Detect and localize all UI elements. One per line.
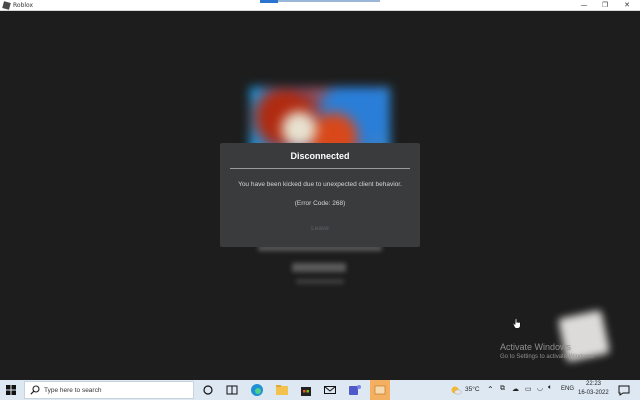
blurred-text (292, 263, 346, 272)
teams-icon[interactable] (348, 383, 362, 397)
battery-icon[interactable]: ▭ (525, 385, 532, 393)
network-icon[interactable]: ⧉ (500, 385, 505, 393)
close-button[interactable]: ✕ (616, 0, 638, 11)
leave-button[interactable]: Leave (295, 223, 345, 235)
error-code: (Error Code: 268) (294, 200, 346, 207)
windows-start-icon[interactable] (6, 385, 16, 395)
taskbar-search-box[interactable]: Type here to search (24, 381, 194, 399)
chevron-up-icon[interactable]: ⌃ (487, 385, 494, 394)
roblox-logo-icon (2, 1, 11, 10)
roblox-icon[interactable] (373, 383, 387, 397)
onedrive-icon[interactable]: ☁ (512, 385, 519, 393)
topbar-strip-highlight (260, 0, 278, 3)
dialog-divider (230, 168, 410, 169)
taskbar: Type here to search 35°C ⌃ ⧉ ☁ ▭ ◡ 🔈︎ EN… (0, 380, 640, 400)
dialog-message: You have been kicked due to unexpected c… (238, 181, 402, 188)
minimize-button[interactable]: — (573, 0, 595, 11)
task-view-icon[interactable] (201, 383, 215, 397)
store-icon[interactable] (299, 383, 313, 397)
topbar-strip (260, 0, 380, 2)
mail-icon[interactable] (323, 383, 337, 397)
clock-date[interactable]: 16-03-2022 (578, 390, 609, 396)
notification-icon[interactable] (617, 383, 631, 397)
dialog-title: Disconnected (290, 151, 350, 161)
clock-time[interactable]: 22:23 (586, 381, 601, 387)
search-icon (30, 385, 40, 395)
volume-icon[interactable]: 🔈︎ (548, 384, 552, 392)
activate-windows-subtitle: Go to Settings to activate Windows. (500, 354, 595, 360)
window-titlebar: Roblox — ❐ ✕ (0, 0, 640, 11)
screen: Roblox — ❐ ✕ Disconnected You have been … (0, 0, 640, 400)
weather-icon[interactable] (449, 383, 463, 397)
file-explorer-icon[interactable] (275, 383, 289, 397)
activate-windows-title: Activate Windows (500, 342, 572, 352)
edge-icon[interactable] (250, 383, 264, 397)
restore-button[interactable]: ❐ (594, 0, 616, 11)
window-title: Roblox (13, 2, 34, 9)
wifi-icon[interactable]: ◡ (537, 384, 543, 392)
hand-cursor-icon (513, 318, 521, 329)
blurred-text (296, 279, 344, 284)
language-indicator[interactable]: ENG (561, 386, 574, 392)
disconnected-dialog: Disconnected You have been kicked due to… (220, 143, 420, 247)
weather-temperature[interactable]: 35°C (465, 386, 480, 393)
widgets-icon[interactable] (225, 383, 239, 397)
search-placeholder: Type here to search (44, 387, 102, 394)
